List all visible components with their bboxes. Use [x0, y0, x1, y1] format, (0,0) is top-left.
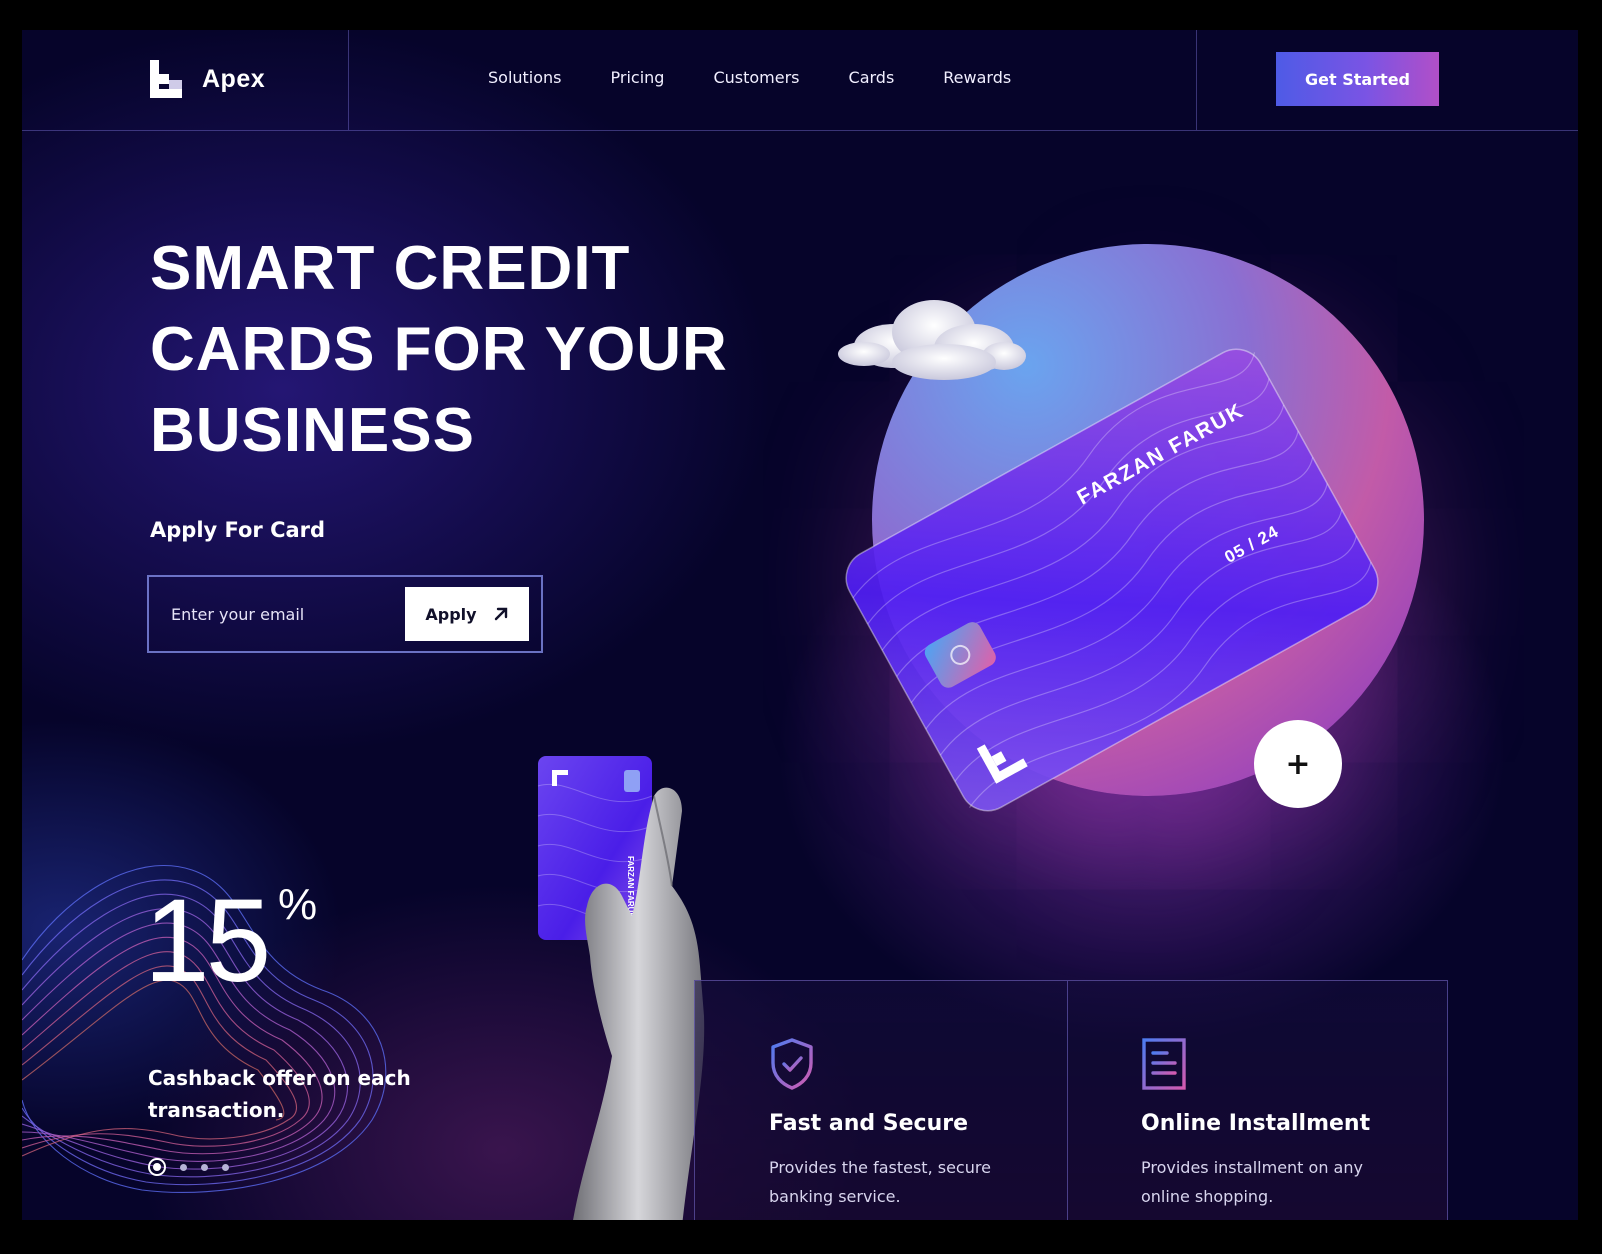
carousel-dot[interactable]	[222, 1163, 229, 1171]
add-card-button[interactable]: +	[1254, 720, 1342, 808]
feature-title: Online Installment	[1141, 1111, 1371, 1136]
apex-logo-icon	[150, 60, 182, 98]
apply-label: Apply For Card	[150, 518, 326, 542]
carousel-dot-active[interactable]	[148, 1158, 166, 1176]
get-started-button[interactable]: Get Started	[1276, 52, 1439, 106]
feature-title: Fast and Secure	[769, 1111, 969, 1136]
nav-cards[interactable]: Cards	[849, 68, 895, 87]
nav-customers[interactable]: Customers	[713, 68, 799, 87]
brand-logo[interactable]: Apex	[150, 60, 265, 98]
apply-button[interactable]: Apply	[405, 587, 529, 641]
top-navigation: Apex Solutions Pricing Customers Cards R…	[22, 30, 1578, 131]
features-panel: Fast and Secure Provides the fastest, se…	[694, 980, 1448, 1220]
hero-title: SMART CREDIT CARDS FOR YOUR BUSINESS	[150, 234, 728, 465]
cloud-illustration	[838, 300, 1026, 380]
shield-check-icon	[771, 1038, 813, 1090]
cashback-percent-sign: %	[278, 880, 318, 929]
nav-rewards[interactable]: Rewards	[943, 68, 1011, 87]
document-icon	[1142, 1038, 1186, 1090]
hand-holding-card-illustration: FARZAN FARUK	[537, 756, 705, 1220]
cashback-percent-value: 15	[144, 875, 271, 1007]
email-input[interactable]	[157, 587, 395, 641]
carousel-dot[interactable]	[201, 1163, 208, 1171]
plus-icon: +	[1285, 746, 1311, 782]
carousel-dot[interactable]	[180, 1163, 187, 1171]
feature-fast-secure: Fast and Secure Provides the fastest, se…	[695, 981, 1067, 1220]
cashback-description: Cashback offer on each transaction.	[148, 1066, 411, 1122]
nav-solutions[interactable]: Solutions	[488, 68, 562, 87]
arrow-up-right-icon	[494, 607, 507, 621]
landing-page: Apex Solutions Pricing Customers Cards R…	[22, 30, 1578, 1220]
apply-button-label: Apply	[425, 604, 477, 624]
feature-description: Provides installment on any online shopp…	[1141, 1158, 1363, 1206]
header-divider	[1196, 30, 1197, 130]
brand-name: Apex	[202, 64, 266, 93]
main-nav: Solutions Pricing Customers Cards Reward…	[488, 68, 1011, 87]
header-divider	[348, 30, 349, 130]
feature-online-installment: Online Installment Provides installment …	[1067, 981, 1439, 1220]
email-apply-form: Apply	[147, 575, 543, 653]
nav-pricing[interactable]: Pricing	[611, 68, 665, 87]
feature-description: Provides the fastest, secure banking ser…	[769, 1158, 991, 1206]
carousel-pagination	[148, 1158, 229, 1176]
